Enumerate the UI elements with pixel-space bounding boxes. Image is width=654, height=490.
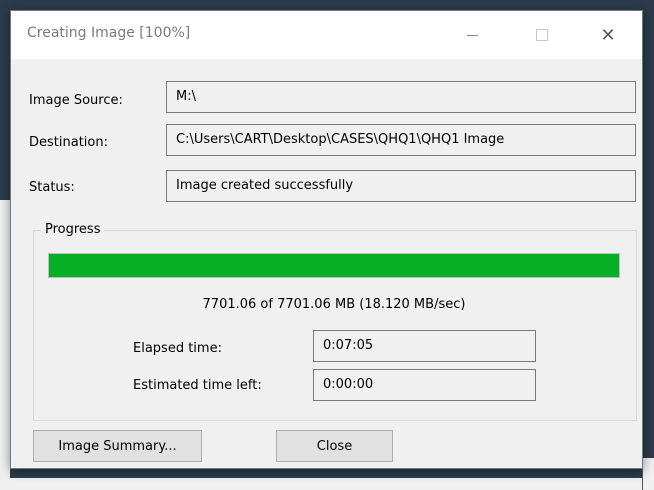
minimize-icon bbox=[466, 34, 478, 36]
progress-bar bbox=[48, 253, 620, 278]
destination-label: Destination: bbox=[29, 135, 108, 150]
progress-group-label: Progress bbox=[41, 222, 105, 237]
status-label: Status: bbox=[29, 180, 75, 195]
title-bar[interactable]: Creating Image [100%] ✕ bbox=[11, 11, 642, 59]
maximize-icon bbox=[536, 29, 548, 41]
elapsed-time-label: Elapsed time: bbox=[133, 341, 222, 356]
creating-image-dialog: Creating Image [100%] ✕ Image Source: M:… bbox=[10, 10, 643, 469]
background-window-edge bbox=[0, 200, 10, 490]
progress-bar-fill bbox=[49, 254, 619, 277]
background-window-bottom bbox=[0, 478, 654, 490]
close-icon: ✕ bbox=[600, 24, 616, 46]
elapsed-time-field: 0:07:05 bbox=[313, 330, 536, 362]
image-summary-button[interactable]: Image Summary... bbox=[33, 430, 202, 462]
close-button[interactable]: Close bbox=[276, 430, 393, 462]
window-title: Creating Image [100%] bbox=[27, 25, 191, 41]
estimated-time-left-field: 0:00:00 bbox=[313, 369, 536, 401]
image-source-label: Image Source: bbox=[29, 93, 123, 108]
image-source-field: M:\ bbox=[166, 81, 636, 113]
background-window-corner bbox=[642, 458, 654, 490]
minimize-button[interactable] bbox=[449, 11, 495, 59]
status-field: Image created successfully bbox=[166, 170, 636, 202]
estimated-time-left-label: Estimated time left: bbox=[133, 378, 262, 393]
destination-field: C:\Users\CART\Desktop\CASES\QHQ1\QHQ1 Im… bbox=[166, 124, 636, 156]
progress-summary: 7701.06 of 7701.06 MB (18.120 MB/sec) bbox=[202, 297, 466, 312]
close-window-button[interactable]: ✕ bbox=[585, 11, 631, 59]
maximize-button[interactable] bbox=[519, 11, 565, 59]
